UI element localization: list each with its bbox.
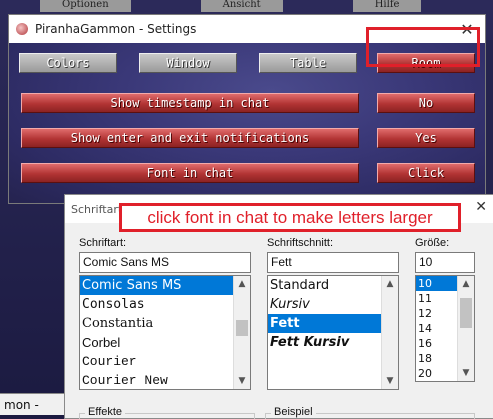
notifications-label-button[interactable]: Show enter and exit notifications [21, 128, 359, 148]
font-list-item[interactable]: Corbel [80, 333, 250, 352]
size-label: Größe: [415, 237, 450, 249]
font-dialog-title: Schriftart [71, 202, 123, 216]
scroll-down-icon[interactable]: ▼ [382, 373, 398, 389]
effects-group-label: Effekte [85, 406, 126, 418]
scroll-thumb[interactable] [460, 298, 472, 328]
font-list-item[interactable]: Consolas [80, 295, 250, 314]
style-input[interactable]: Fett [267, 252, 399, 273]
settings-body: Colors Window Table Room Show timestamp … [9, 43, 485, 203]
size-list-scrollbar[interactable]: ▲ ▼ [457, 276, 474, 381]
bg-menu-item[interactable]: Optionen [40, 0, 131, 12]
font-list-item[interactable]: Comic Sans MS [80, 276, 250, 295]
size-list-item[interactable]: 10 [416, 276, 457, 291]
style-list-item[interactable]: Kursiv [268, 295, 398, 314]
tab-window[interactable]: Window [139, 53, 237, 73]
sample-group-label: Beispiel [271, 406, 316, 418]
app-icon [15, 22, 29, 36]
bg-menu-item[interactable]: Hilfe [352, 0, 422, 12]
scroll-down-icon[interactable]: ▼ [458, 365, 474, 381]
font-label: Schriftart: [79, 237, 127, 249]
scroll-up-icon[interactable]: ▲ [382, 276, 398, 292]
size-input[interactable]: 10 [415, 252, 475, 273]
room-highlight-box [366, 27, 480, 67]
font-input[interactable]: Comic Sans MS [79, 252, 251, 273]
tab-table[interactable]: Table [259, 53, 357, 73]
font-list-item[interactable]: Courier [80, 352, 250, 371]
scroll-thumb[interactable] [236, 320, 248, 336]
style-list[interactable]: Standard Kursiv Fett Fett Kursiv ▲ ▼ [267, 275, 399, 390]
scroll-up-icon[interactable]: ▲ [458, 276, 474, 292]
font-list-item[interactable]: Constantia [80, 314, 250, 333]
timestamp-label-button[interactable]: Show timestamp in chat [21, 93, 359, 113]
tab-colors[interactable]: Colors [19, 53, 117, 73]
background-menu: Optionen Ansicht Hilfe [40, 0, 422, 14]
font-list[interactable]: Comic Sans MS Consolas Constantia Corbel… [79, 275, 251, 390]
font-list-item[interactable]: Courier New [80, 371, 250, 389]
style-list-item[interactable]: Fett [268, 314, 398, 333]
font-list-scrollbar[interactable]: ▲ ▼ [233, 276, 250, 389]
timestamp-toggle[interactable]: No [377, 93, 475, 113]
style-list-item[interactable]: Fett Kursiv [268, 333, 398, 352]
notifications-toggle[interactable]: Yes [377, 128, 475, 148]
settings-title: PiranhaGammon - Settings [35, 22, 197, 36]
style-list-scrollbar[interactable]: ▲ ▼ [381, 276, 398, 389]
scroll-down-icon[interactable]: ▼ [234, 373, 250, 389]
annotation-banner: click font in chat to make letters large… [119, 203, 461, 232]
style-list-item[interactable]: Standard [268, 276, 398, 295]
scroll-up-icon[interactable]: ▲ [234, 276, 250, 292]
bg-menu-item[interactable]: Ansicht [200, 0, 283, 12]
font-click-button[interactable]: Click [377, 163, 475, 183]
style-label: Schriftschnitt: [267, 237, 334, 249]
font-dialog: Schriftart ✕ click font in chat to make … [64, 194, 493, 419]
font-in-chat-button[interactable]: Font in chat [21, 163, 359, 183]
size-list[interactable]: 10 11 12 14 16 18 20 ▲ ▼ [415, 275, 475, 382]
close-icon[interactable]: ✕ [475, 199, 487, 215]
